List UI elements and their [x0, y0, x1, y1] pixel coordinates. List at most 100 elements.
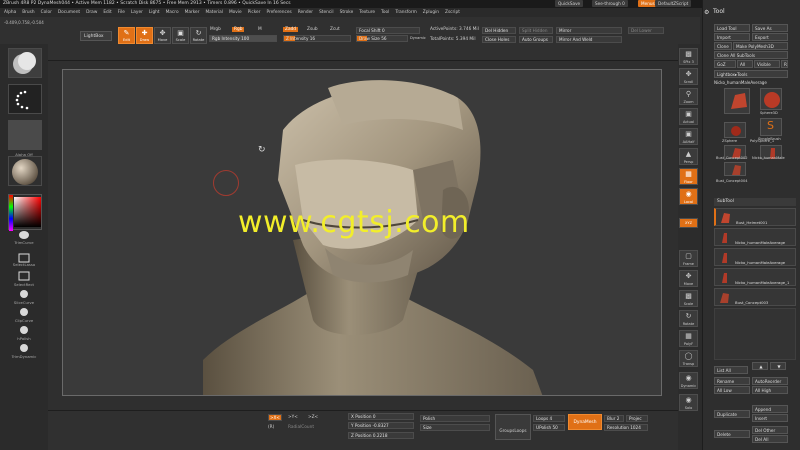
quicksave-button[interactable]: QuickSave [555, 0, 584, 7]
menu-marker[interactable]: Marker [185, 8, 200, 17]
solo-button[interactable]: ◉ Solo [679, 394, 698, 411]
spix-button[interactable]: ▩ SPix 3 [679, 48, 698, 65]
goz-button[interactable]: GoZ [714, 60, 736, 68]
blur-slider[interactable]: Blur 2 [604, 415, 624, 422]
stroke-selector[interactable] [8, 84, 42, 114]
rename-button[interactable]: Rename [714, 377, 750, 385]
subtool-item[interactable]: Bust_Helmet001 [714, 208, 796, 226]
menu-render[interactable]: Render [298, 8, 313, 17]
simplebrush-thumb[interactable]: S [760, 118, 782, 136]
menu-alpha[interactable]: Alpha [4, 8, 16, 17]
menu-zplugin[interactable]: Zplugin [423, 8, 439, 17]
edit-button[interactable]: ✎ Edit [118, 27, 135, 44]
mrgb-toggle[interactable]: Mrgb [210, 27, 221, 32]
split-hidden-button[interactable]: Split Hidden [519, 27, 553, 34]
size-slider[interactable]: Size [420, 424, 490, 431]
clone-all-subtools-button[interactable]: Clone All SubTools [714, 51, 788, 59]
duplicate-button[interactable]: Duplicate [714, 410, 750, 418]
default-zscript-button[interactable]: DefaultZScript [655, 0, 692, 7]
menu-preferences[interactable]: Preferences [266, 8, 291, 17]
frame-button[interactable]: ▢ Frame [679, 250, 698, 267]
z-position-slider[interactable]: Z Position 0.2218 [348, 432, 414, 439]
move-view-button[interactable]: ✥ Move [679, 270, 698, 287]
project-toggle[interactable]: Projec [626, 415, 648, 422]
delete-button[interactable]: Delete [714, 430, 750, 438]
menu-macro[interactable]: Macro [166, 8, 179, 17]
subtool-item[interactable]: Bust_Concept003 [714, 288, 796, 306]
rotate-button[interactable]: ↻ Rotate [190, 27, 207, 44]
scale-button[interactable]: ▣ Scale [172, 27, 189, 44]
r-button[interactable]: R [781, 60, 788, 68]
del-hidden-button[interactable]: Del Hidden [482, 27, 516, 34]
aahalf-button[interactable]: ▣ AAHalf [679, 128, 698, 145]
list-all-button[interactable]: List All [714, 366, 748, 374]
menu-light[interactable]: Light [149, 8, 160, 17]
rgb-intensity-slider[interactable]: Rgb Intensity 100 [209, 35, 277, 42]
mirror-and-weld-button[interactable]: Mirror And Weld [556, 36, 622, 43]
menu-draw[interactable]: Draw [86, 8, 97, 17]
upolish-slider[interactable]: UPolish 50 [533, 424, 565, 431]
groups-loops-button[interactable]: GroupsLoops [495, 414, 531, 440]
auto-groups-button[interactable]: Auto Groups [519, 36, 553, 43]
bust-concept004-thumb[interactable] [724, 162, 746, 176]
del-all-button[interactable]: Del All [752, 435, 788, 443]
menu-document[interactable]: Document [58, 8, 80, 17]
lightbox-tools-button[interactable]: Lightbox▸Tools [714, 70, 788, 78]
polyf-button[interactable]: ▦ PolyF [679, 330, 698, 347]
actual-button[interactable]: ▣ Actual [679, 108, 698, 125]
draw-size-slider[interactable]: Draw Size 56 [356, 35, 408, 42]
x-position-slider[interactable]: X Position 0 [348, 413, 414, 420]
import-button[interactable]: Import [714, 33, 750, 41]
subtool-item[interactable]: Nicko_humanMaleAverage [714, 248, 796, 266]
rotate-view-button[interactable]: ↻ Rotate [679, 310, 698, 327]
draw-button[interactable]: ✚ Draw [136, 27, 153, 44]
transp-button[interactable]: ◯ Transp [679, 350, 698, 367]
symmetry-x-toggle[interactable]: >X< [268, 414, 282, 421]
dynamic-toggle[interactable]: Dynamic [410, 36, 426, 40]
menu-stroke[interactable]: Stroke [340, 8, 354, 17]
radial-toggle[interactable]: (R) [268, 425, 274, 430]
z-intensity-slider[interactable]: Z Intensity 16 [283, 35, 351, 42]
menu-tool[interactable]: Tool [381, 8, 389, 17]
radial-count-slider[interactable]: RadialCount [288, 425, 314, 430]
arrow-up-icon[interactable]: ▲ [752, 362, 768, 370]
zoom-button[interactable]: ⚲ Zoom [679, 88, 698, 105]
menu-material[interactable]: Material [205, 8, 222, 17]
local-button[interactable]: ◉ Local [679, 188, 698, 205]
all-low-button[interactable]: All Low [714, 386, 750, 394]
menu-stencil[interactable]: Stencil [319, 8, 334, 17]
menu-zscript[interactable]: Zscript [445, 8, 460, 17]
focal-shift-slider[interactable]: Focal Shift 0 [356, 27, 420, 34]
move-button[interactable]: ✥ Move [154, 27, 171, 44]
loops-slider[interactable]: Loops 4 [533, 415, 565, 422]
menu-layer[interactable]: Layer [131, 8, 143, 17]
y-position-slider[interactable]: Y Position -0.8327 [348, 422, 414, 429]
scale-view-button[interactable]: ▩ Scale [679, 290, 698, 307]
alpha-selector[interactable] [8, 120, 42, 150]
export-button[interactable]: Export [752, 33, 788, 41]
all-button[interactable]: All [737, 60, 753, 68]
visible-button[interactable]: Visible [754, 60, 780, 68]
del-lower-button[interactable]: Del Lower [628, 27, 664, 34]
save-as-button[interactable]: Save As [752, 24, 788, 32]
del-other-button[interactable]: Del Other [752, 426, 788, 434]
menu-brush[interactable]: Brush [22, 8, 34, 17]
autoreorder-button[interactable]: AutoReorder [752, 377, 788, 385]
close-holes-button[interactable]: Close Holes [482, 36, 516, 43]
menu-color[interactable]: Color [41, 8, 52, 17]
zadd-toggle[interactable]: Zadd [283, 27, 299, 32]
brush-selector[interactable] [8, 48, 42, 78]
symmetry-z-toggle[interactable]: >Z< [308, 415, 318, 420]
dynamic-persp-button[interactable]: ◉ Dynamic [679, 372, 698, 389]
menu-transform[interactable]: Transform [395, 8, 416, 17]
mirror-button[interactable]: Mirror [556, 27, 622, 34]
subtool-item[interactable]: Nicko_humanMaleAverage_1 [714, 268, 796, 286]
m-toggle[interactable]: M [258, 27, 262, 32]
make-polymesh-button[interactable]: Make PolyMesh3D [733, 42, 788, 50]
see-through-slider[interactable]: See-through 0 [592, 0, 628, 7]
floor-button[interactable]: ▦ Floor [679, 168, 698, 185]
zsub-toggle[interactable]: Zsub [307, 27, 318, 32]
menu-file[interactable]: File [118, 8, 125, 17]
lightbox-button[interactable]: LightBox [80, 31, 112, 41]
scroll-button[interactable]: ✥ Scroll [679, 68, 698, 85]
